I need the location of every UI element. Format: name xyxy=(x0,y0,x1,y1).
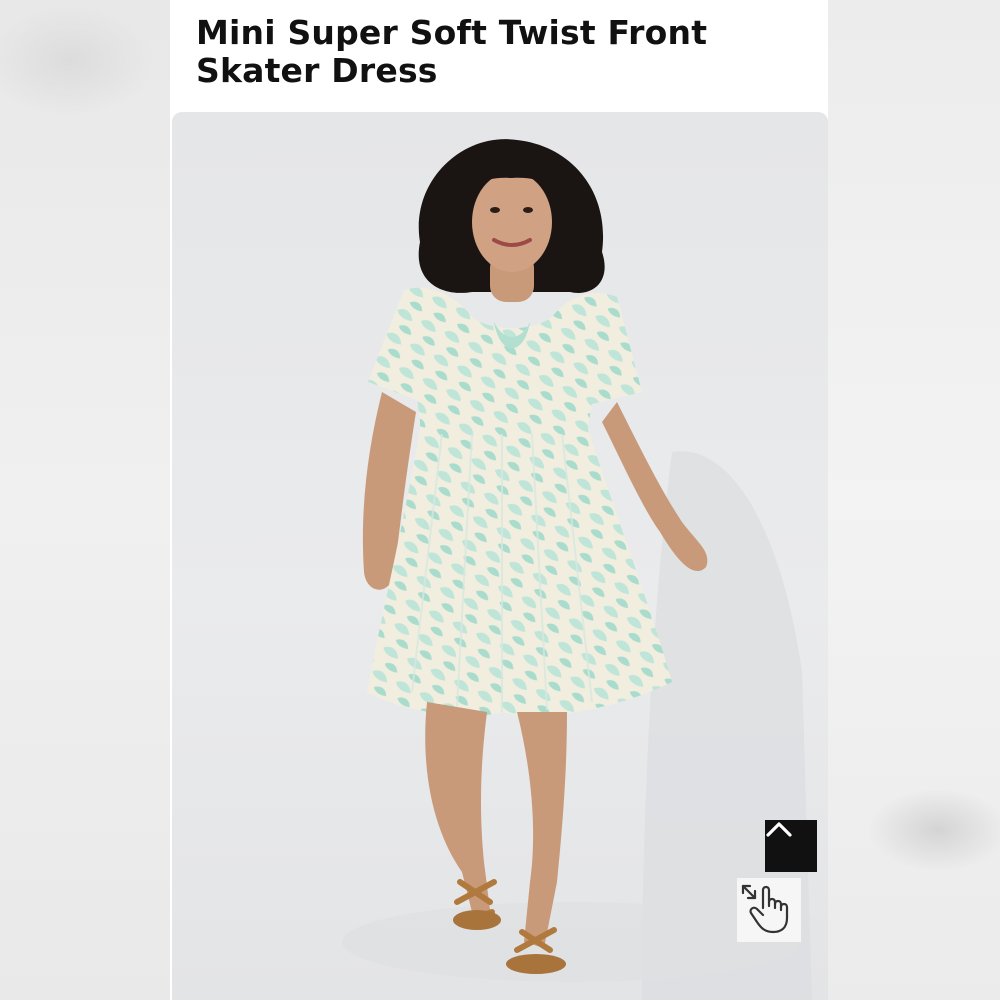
product-title-line1: Mini Super Soft Twist Front xyxy=(196,13,708,52)
floor-shadow xyxy=(342,902,802,982)
background-left xyxy=(0,0,170,1000)
page: Mini Super Soft Twist Front Skater Dress xyxy=(0,0,1000,1000)
product-card: Mini Super Soft Twist Front Skater Dress xyxy=(170,0,828,1000)
pinch-zoom-hint[interactable] xyxy=(737,878,801,942)
product-title-line2: Skater Dress xyxy=(196,51,438,90)
dress-skirt xyxy=(367,430,672,716)
pinch-zoom-hand-icon xyxy=(741,884,789,934)
scroll-to-top-button[interactable] xyxy=(765,820,817,872)
model-illustration xyxy=(342,139,812,1000)
face xyxy=(472,172,552,272)
background-right xyxy=(828,0,1000,1000)
product-title: Mini Super Soft Twist Front Skater Dress xyxy=(196,14,796,90)
chevron-up-icon xyxy=(766,822,792,837)
product-image[interactable] xyxy=(172,112,828,1000)
